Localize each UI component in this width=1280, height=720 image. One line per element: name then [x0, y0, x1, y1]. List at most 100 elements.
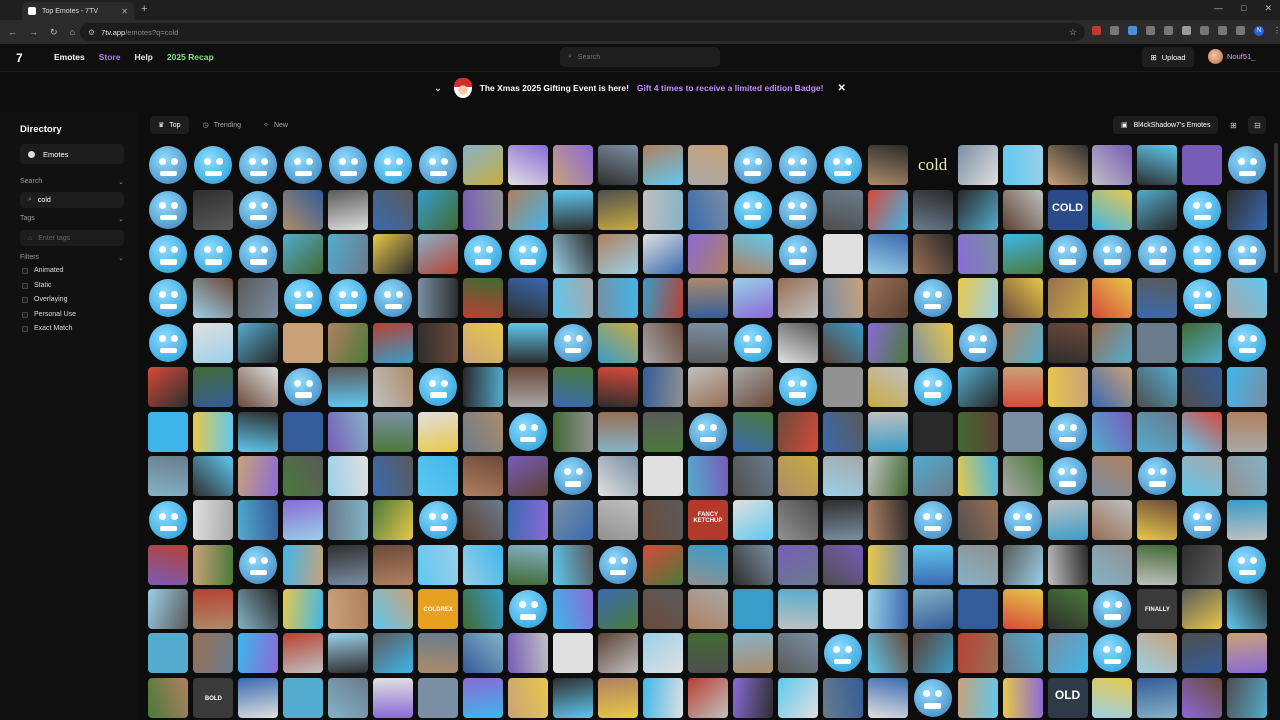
extension-icon[interactable]: [1128, 26, 1137, 35]
emote-card[interactable]: [596, 143, 641, 187]
emote-card[interactable]: [506, 543, 551, 587]
emote-card[interactable]: [640, 587, 685, 631]
emote-card[interactable]: [416, 676, 461, 720]
emote-card[interactable]: [371, 676, 416, 720]
emote-card[interactable]: [910, 232, 955, 276]
emote-card[interactable]: [236, 143, 281, 187]
extension-icon[interactable]: [1146, 26, 1155, 35]
emote-card[interactable]: [146, 276, 191, 320]
emote-card[interactable]: [1045, 321, 1090, 365]
emote-card[interactable]: [865, 587, 910, 631]
emote-card[interactable]: [640, 631, 685, 675]
minimize-button[interactable]: —: [1214, 3, 1223, 14]
emote-card[interactable]: [820, 498, 865, 542]
emote-card[interactable]: [1090, 587, 1135, 631]
emote-card[interactable]: [326, 187, 371, 231]
emote-card[interactable]: [1090, 631, 1135, 675]
emote-card[interactable]: [506, 587, 551, 631]
emote-card[interactable]: [955, 232, 1000, 276]
extension-icon[interactable]: [1236, 26, 1245, 35]
emote-card[interactable]: [596, 587, 641, 631]
emote-card[interactable]: [1180, 543, 1225, 587]
emote-card[interactable]: [1225, 498, 1270, 542]
emote-card[interactable]: [371, 321, 416, 365]
nav-help[interactable]: Help: [134, 52, 152, 62]
emote-card[interactable]: [461, 187, 506, 231]
emote-card[interactable]: [236, 365, 281, 409]
emote-card[interactable]: [596, 321, 641, 365]
emote-card[interactable]: [820, 276, 865, 320]
emote-card[interactable]: [1000, 587, 1045, 631]
emote-card[interactable]: [371, 232, 416, 276]
emote-card[interactable]: [326, 409, 371, 453]
emote-card[interactable]: [281, 232, 326, 276]
emote-card[interactable]: [551, 143, 596, 187]
filter-personal-use[interactable]: Personal Use: [22, 311, 76, 318]
emote-card[interactable]: [1090, 409, 1135, 453]
emote-card[interactable]: [775, 498, 820, 542]
emote-card[interactable]: [191, 321, 236, 365]
emote-card[interactable]: [640, 409, 685, 453]
emote-card[interactable]: [820, 454, 865, 498]
emote-card[interactable]: [1090, 543, 1135, 587]
emote-card[interactable]: [371, 187, 416, 231]
home-icon[interactable]: ⌂: [70, 27, 75, 38]
user-menu[interactable]: Nouf51_: [1208, 49, 1255, 64]
extension-icon[interactable]: [1164, 26, 1173, 35]
emote-card[interactable]: [416, 365, 461, 409]
checkbox[interactable]: [22, 311, 28, 318]
emote-card[interactable]: [146, 321, 191, 365]
emote-card[interactable]: [1045, 232, 1090, 276]
emote-card[interactable]: [326, 587, 371, 631]
emote-card[interactable]: [506, 365, 551, 409]
emote-card[interactable]: [596, 187, 641, 231]
emote-card[interactable]: FINALLY: [1135, 587, 1180, 631]
emote-card[interactable]: [730, 321, 775, 365]
emote-card[interactable]: [596, 454, 641, 498]
emote-card[interactable]: [775, 232, 820, 276]
emote-card[interactable]: [685, 454, 730, 498]
emote-card[interactable]: [955, 143, 1000, 187]
emote-card[interactable]: [416, 187, 461, 231]
extension-icon[interactable]: [1092, 26, 1101, 35]
emote-card[interactable]: [865, 276, 910, 320]
emote-card[interactable]: [730, 276, 775, 320]
emote-card[interactable]: [1180, 143, 1225, 187]
emote-card[interactable]: [326, 498, 371, 542]
emote-card[interactable]: [461, 321, 506, 365]
emote-card[interactable]: [955, 409, 1000, 453]
emote-card[interactable]: [685, 276, 730, 320]
emote-card[interactable]: [461, 676, 506, 720]
emote-card[interactable]: [730, 365, 775, 409]
nav-emotes[interactable]: Emotes: [54, 52, 85, 62]
emote-card[interactable]: [1225, 276, 1270, 320]
upload-button[interactable]: ⊞ Upload: [1142, 47, 1194, 67]
emote-card[interactable]: [551, 187, 596, 231]
emote-card[interactable]: [1225, 321, 1270, 365]
emote-card[interactable]: [910, 187, 955, 231]
sidebar-item-emotes[interactable]: Emotes: [20, 144, 124, 164]
emote-card[interactable]: [461, 587, 506, 631]
emote-card[interactable]: OLD: [1045, 676, 1090, 720]
emote-card[interactable]: [1045, 543, 1090, 587]
emote-card[interactable]: [1090, 321, 1135, 365]
emote-card[interactable]: [506, 409, 551, 453]
emote-card[interactable]: [820, 409, 865, 453]
new-tab-button[interactable]: +: [141, 3, 147, 15]
emote-card[interactable]: [236, 276, 281, 320]
close-window-button[interactable]: ✕: [1264, 3, 1272, 14]
emote-card[interactable]: [1225, 365, 1270, 409]
emote-card[interactable]: [461, 276, 506, 320]
emote-card[interactable]: [596, 498, 641, 542]
emote-card[interactable]: [551, 498, 596, 542]
emote-card[interactable]: [506, 631, 551, 675]
nav-2025-recap[interactable]: 2025 Recap: [167, 52, 214, 62]
emote-card[interactable]: [1225, 454, 1270, 498]
emote-card[interactable]: cold: [910, 143, 955, 187]
emote-card[interactable]: [820, 187, 865, 231]
emote-card[interactable]: [1000, 409, 1045, 453]
emote-card[interactable]: [146, 631, 191, 675]
emote-card[interactable]: [730, 498, 775, 542]
emote-card[interactable]: [371, 543, 416, 587]
emote-card[interactable]: [551, 676, 596, 720]
